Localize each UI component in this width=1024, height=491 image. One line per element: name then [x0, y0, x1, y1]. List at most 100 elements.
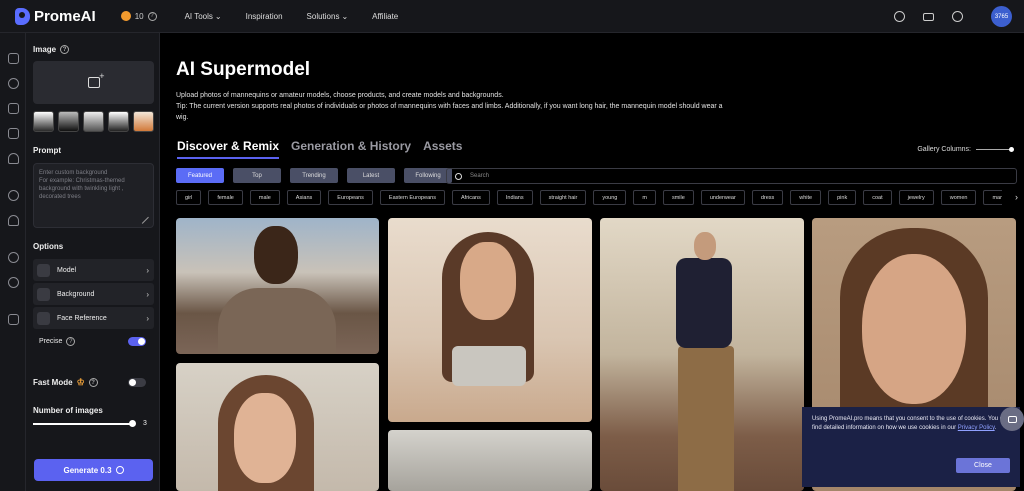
credits-indicator[interactable]: 10 ?	[120, 11, 157, 21]
cube-icon[interactable]	[8, 103, 19, 114]
tag-chip[interactable]: Asians	[286, 190, 322, 205]
gallery-columns-control: Gallery Columns:	[917, 146, 1014, 153]
tag-chips: girl female male Asians Europeans Easter…	[176, 190, 1002, 205]
graduation-cap-icon[interactable]	[923, 12, 934, 21]
tag-chip[interactable]: smile	[662, 190, 694, 205]
image-figure	[676, 258, 732, 348]
tag-chip[interactable]: Africans	[452, 190, 490, 205]
nav-inspiration[interactable]: Inspiration	[246, 12, 283, 21]
coin-icon	[120, 11, 131, 21]
prompt-placeholder: Enter custom background For example: Chr…	[39, 170, 125, 200]
nav-affiliate[interactable]: Affiliate	[372, 12, 398, 21]
generate-button[interactable]: Generate 0.3	[34, 459, 153, 481]
tag-chip[interactable]: Europeans	[328, 190, 373, 205]
slider-handle[interactable]	[129, 420, 136, 427]
team-icon[interactable]	[8, 277, 19, 288]
help-icon[interactable]: ?	[60, 45, 70, 54]
basket-icon[interactable]	[8, 314, 19, 325]
tag-chip[interactable]: female	[208, 190, 243, 205]
option-face-reference[interactable]: Face Reference ›	[33, 307, 154, 329]
edit-icon[interactable]	[8, 128, 19, 139]
home-icon[interactable]	[8, 53, 19, 64]
option-model[interactable]: Model ›	[33, 259, 154, 281]
search-input[interactable]: Search	[446, 168, 1017, 184]
brand-logo[interactable]: PromeAI	[15, 7, 96, 25]
num-images-value: 3	[143, 420, 147, 427]
lightbulb-icon[interactable]	[8, 153, 19, 164]
image-figure	[862, 254, 966, 404]
filter-featured[interactable]: Featured	[176, 168, 224, 183]
tag-chip[interactable]: Eastern Europeans	[379, 190, 445, 205]
avatar[interactable]: 3765	[991, 6, 1012, 27]
help-icon[interactable]: ?	[88, 378, 98, 387]
gallery-image[interactable]	[600, 218, 804, 491]
gallery-image[interactable]	[176, 363, 379, 491]
sample-thumbnail[interactable]	[33, 111, 54, 132]
image-upload-area[interactable]	[33, 61, 154, 104]
sample-thumbnail[interactable]	[133, 111, 154, 132]
page-title: AI Supermodel	[176, 59, 311, 80]
sample-thumbnail[interactable]	[108, 111, 129, 132]
fast-mode-toggle[interactable]	[128, 378, 146, 387]
prompt-input[interactable]: Enter custom background For example: Chr…	[33, 163, 154, 228]
precise-toggle[interactable]	[128, 337, 146, 346]
cookie-text-end: .	[994, 425, 997, 431]
model-icon	[37, 263, 50, 277]
nav-ai-tools[interactable]: AI Tools ⌄	[185, 12, 222, 21]
magic-wand-icon[interactable]	[136, 211, 149, 224]
sort-filters: Featured Top Trending Latest Following	[176, 168, 452, 183]
sample-thumbnail[interactable]	[83, 111, 104, 132]
filter-top[interactable]: Top	[233, 168, 281, 183]
credits-count: 10	[134, 11, 144, 21]
explore-icon[interactable]	[8, 78, 19, 89]
gallery-image[interactable]	[388, 218, 592, 422]
fast-mode-row: Fast Mode ♔ ?	[33, 377, 98, 388]
tag-chip[interactable]: coat	[863, 190, 892, 205]
sample-thumbnail[interactable]	[58, 111, 79, 132]
tag-chip[interactable]: young	[593, 190, 627, 205]
chevron-down-icon: ⌄	[214, 11, 222, 21]
headset-icon[interactable]	[894, 11, 905, 22]
chevron-right-icon: ›	[146, 289, 149, 299]
filter-latest[interactable]: Latest	[347, 168, 395, 183]
tag-chip[interactable]: m	[633, 190, 656, 205]
help-icon[interactable]: ?	[66, 337, 76, 346]
background-icon	[37, 287, 50, 301]
tag-chip[interactable]: pink	[828, 190, 857, 205]
user-icon[interactable]	[8, 252, 19, 263]
tag-chip[interactable]: dress	[751, 190, 784, 205]
gallery-columns-slider[interactable]	[976, 147, 1014, 152]
gallery-image[interactable]	[388, 430, 592, 491]
option-background[interactable]: Background ›	[33, 283, 154, 305]
tab-assets[interactable]: Assets	[423, 139, 462, 159]
settings-panel: Image ? Prompt Enter custom background F…	[26, 33, 160, 491]
tab-discover-remix[interactable]: Discover & Remix	[177, 139, 280, 159]
tag-chip[interactable]: Indians	[496, 190, 533, 205]
tab-generation-history[interactable]: Generation & History	[291, 139, 411, 159]
share-button[interactable]	[1000, 407, 1024, 431]
tag-chip[interactable]: man	[983, 190, 1002, 205]
tag-chip[interactable]: underwear	[700, 190, 745, 205]
gallery-image[interactable]	[176, 218, 379, 354]
chevron-right-icon[interactable]: ›	[1015, 192, 1018, 202]
num-images-slider[interactable]	[33, 420, 136, 427]
filter-trending[interactable]: Trending	[290, 168, 338, 183]
compass-icon[interactable]	[8, 190, 19, 201]
precise-row: Precise ?	[39, 337, 76, 346]
cookie-close-button[interactable]: Close	[956, 458, 1010, 473]
globe-icon[interactable]	[952, 11, 963, 22]
top-bar: PromeAI 10 ? AI Tools ⌄ Inspiration Solut…	[0, 0, 1024, 33]
bell-icon[interactable]	[8, 215, 19, 226]
privacy-policy-link[interactable]: Privacy Policy	[958, 425, 995, 431]
tag-chip[interactable]: male	[249, 190, 280, 205]
nav-solutions[interactable]: Solutions ⌄	[307, 12, 349, 21]
filter-following[interactable]: Following	[404, 168, 452, 183]
tag-chip[interactable]: women	[940, 190, 977, 205]
description-line: Tip: The current version supports real p…	[176, 103, 723, 121]
image-figure	[218, 288, 336, 354]
tag-chip[interactable]: straight hair	[539, 190, 587, 205]
tag-chip[interactable]: white	[790, 190, 822, 205]
tag-chip[interactable]: jewelry	[898, 190, 934, 205]
tag-chip[interactable]: girl	[176, 190, 202, 205]
help-icon[interactable]: ?	[147, 11, 157, 21]
